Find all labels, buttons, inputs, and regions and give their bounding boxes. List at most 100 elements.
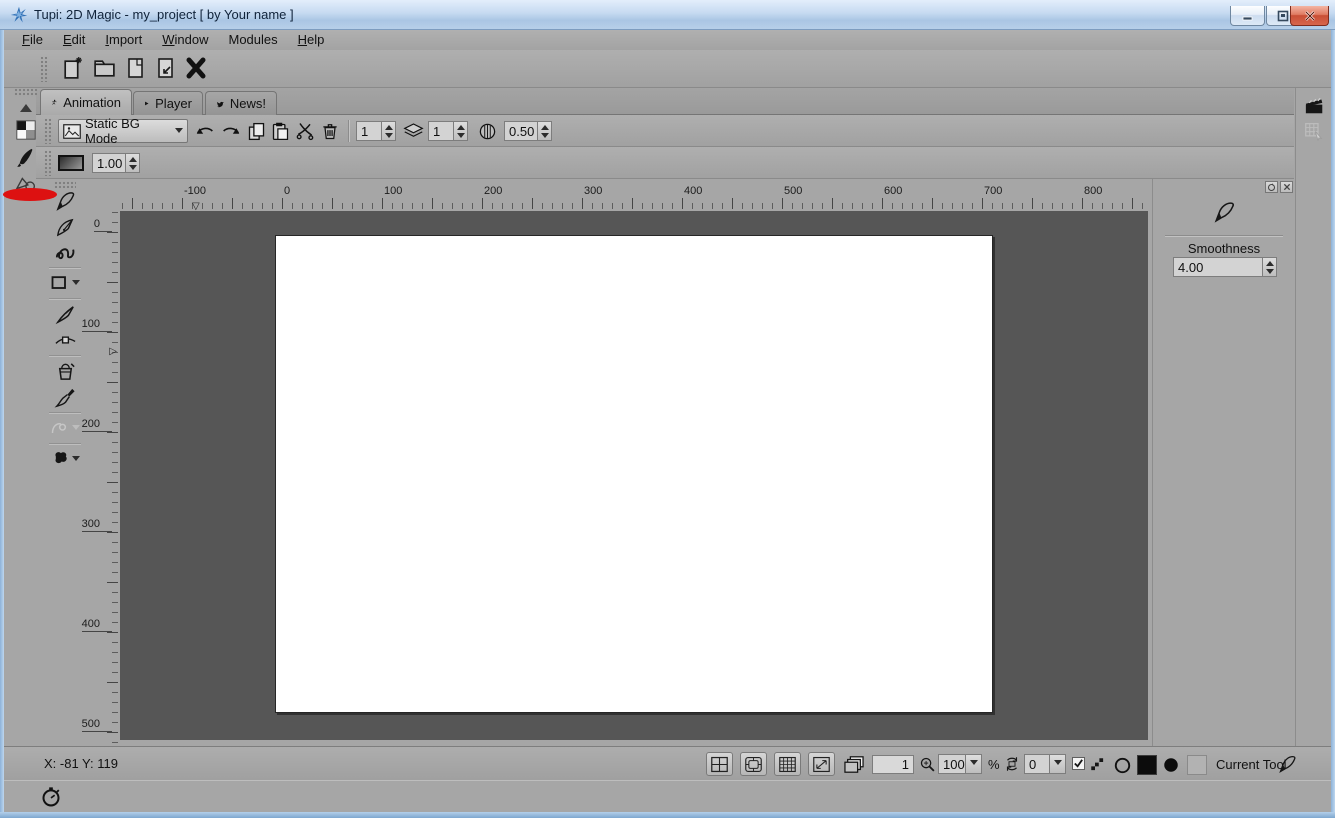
grid-toggle-button[interactable]: [706, 752, 733, 776]
rectangle-tool-button[interactable]: [47, 270, 83, 296]
menu-edit[interactable]: Edit: [53, 30, 95, 50]
smoothness-spinbox-field[interactable]: 4.00: [1173, 257, 1263, 277]
smoothness-spinbox-arrows[interactable]: [1263, 257, 1277, 277]
menu-help[interactable]: Help: [288, 30, 335, 50]
undo-button[interactable]: [192, 119, 217, 143]
redo-button[interactable]: [218, 119, 243, 143]
opacity-spinbox-field[interactable]: 0.50: [504, 121, 538, 141]
import-project-icon: [154, 56, 178, 80]
layers-spinbox-arrows[interactable]: [454, 121, 468, 141]
spin-up[interactable]: [1263, 258, 1276, 267]
ink-tool-button[interactable]: [52, 214, 78, 240]
brush-tool-button[interactable]: [52, 384, 78, 410]
tools-drag-handle[interactable]: [54, 181, 76, 188]
spin-up[interactable]: [382, 122, 395, 131]
color-fill-tool-button[interactable]: [47, 446, 83, 472]
menu-import[interactable]: Import: [95, 30, 152, 50]
squiggle-tool-button[interactable]: [52, 240, 78, 266]
selection-tool-button[interactable]: [52, 301, 78, 327]
safe-area-toggle-button[interactable]: [740, 752, 767, 776]
dock-drag-handle[interactable]: [14, 88, 38, 97]
spin-down[interactable]: [538, 131, 551, 140]
spin-down[interactable]: [454, 131, 467, 140]
save-project-button[interactable]: [122, 54, 150, 82]
safe-area-icon: [744, 756, 763, 773]
minimize-button[interactable]: [1230, 6, 1265, 26]
layers-spinbox-field[interactable]: 1: [428, 121, 454, 141]
timeline-dock-button[interactable]: [38, 784, 64, 810]
fill-color-swatch[interactable]: [1137, 755, 1157, 775]
panel-close-button[interactable]: [1280, 181, 1293, 193]
menu-file[interactable]: File: [12, 30, 53, 50]
brush-preview-dot: [1162, 756, 1180, 774]
spin-down[interactable]: [382, 131, 395, 140]
toolbar-drag-handle[interactable]: [44, 118, 53, 144]
node-tool-button[interactable]: [52, 327, 78, 353]
thickness-spinbox-arrows[interactable]: [126, 153, 140, 173]
thickness-spinbox-field[interactable]: 1.00: [92, 153, 126, 173]
panel-float-button[interactable]: [1265, 181, 1278, 193]
v-ruler-label: 300: [82, 518, 112, 532]
copy-icon: [246, 121, 267, 142]
empty-swatch[interactable]: [1187, 755, 1207, 775]
drawing-canvas[interactable]: [275, 235, 993, 713]
rotation-select-value: 0: [1029, 757, 1036, 772]
thickness-swatch[interactable]: [58, 155, 84, 171]
horizontal-ruler[interactable]: ▽ -1000100200300400500600700800: [120, 181, 1148, 211]
h-ruler-label: 100: [384, 185, 402, 197]
close-project-button[interactable]: [182, 54, 210, 82]
dense-grid-toggle-button[interactable]: [774, 752, 801, 776]
rotation-select-field[interactable]: 0: [1024, 754, 1050, 774]
color-palette-button[interactable]: [14, 118, 38, 142]
spin-up[interactable]: [126, 154, 139, 163]
v-ruler-label: 0: [94, 218, 112, 232]
antialias-checkbox[interactable]: [1072, 757, 1085, 770]
spin-down[interactable]: [1263, 267, 1276, 276]
tab-player[interactable]: Player: [133, 91, 203, 115]
open-project-button[interactable]: [90, 54, 118, 82]
close-button[interactable]: [1290, 6, 1329, 26]
opacity-ball-icon: [478, 122, 497, 141]
scenes-dock-button[interactable]: [1303, 94, 1325, 116]
zoom-select-arrow[interactable]: [966, 754, 982, 774]
toolbar-drag-handle[interactable]: [44, 150, 53, 176]
bg-mode-select[interactable]: Static BG Mode: [58, 119, 188, 143]
tab-animation[interactable]: Animation: [40, 89, 132, 115]
toolbar-drag-handle[interactable]: [40, 56, 49, 82]
onion-skin-icon: [843, 755, 865, 774]
resize-canvas-button[interactable]: [808, 752, 835, 776]
right-dock-strip: [1295, 88, 1331, 748]
rotation-indicator: [1002, 754, 1022, 774]
menu-modules[interactable]: Modules: [218, 30, 287, 50]
canvas-workspace[interactable]: [120, 211, 1148, 740]
menu-window[interactable]: Window: [152, 30, 218, 50]
spin-up[interactable]: [538, 122, 551, 131]
frame-number-field[interactable]: 1: [872, 755, 914, 774]
paste-button[interactable]: [268, 119, 292, 143]
current-tool-preview: [1211, 199, 1237, 225]
new-project-button[interactable]: [58, 54, 86, 82]
rotation-select-arrow[interactable]: [1050, 754, 1066, 774]
import-project-button[interactable]: [152, 54, 180, 82]
copy-button[interactable]: [244, 119, 268, 143]
vertical-ruler[interactable]: ▷ 0100200300400500: [88, 211, 120, 745]
zoom-select-field[interactable]: 100: [938, 754, 966, 774]
brush-settings-button[interactable]: [14, 146, 38, 170]
opacity-spinbox-arrows[interactable]: [538, 121, 552, 141]
v-ruler-label: 100: [82, 318, 112, 332]
frames-spinbox-arrows[interactable]: [382, 121, 396, 141]
cut-button[interactable]: [294, 119, 316, 143]
outline-color-swatch[interactable]: [1112, 755, 1132, 775]
undo-icon: [194, 120, 216, 142]
onion-skin-button[interactable]: [842, 754, 866, 774]
fill-tool-button[interactable]: [52, 358, 78, 384]
collapse-dock-button[interactable]: [15, 101, 37, 115]
frames-spinbox-field[interactable]: 1: [356, 121, 382, 141]
titlebar[interactable]: Tupi: 2D Magic - my_project [ by Your na…: [0, 0, 1335, 30]
h-ruler-label: 300: [584, 185, 602, 197]
delete-button[interactable]: [318, 119, 342, 143]
spin-down[interactable]: [126, 163, 139, 172]
tab-news[interactable]: News!: [205, 91, 277, 115]
play-icon: [144, 97, 149, 110]
spin-up[interactable]: [454, 122, 467, 131]
